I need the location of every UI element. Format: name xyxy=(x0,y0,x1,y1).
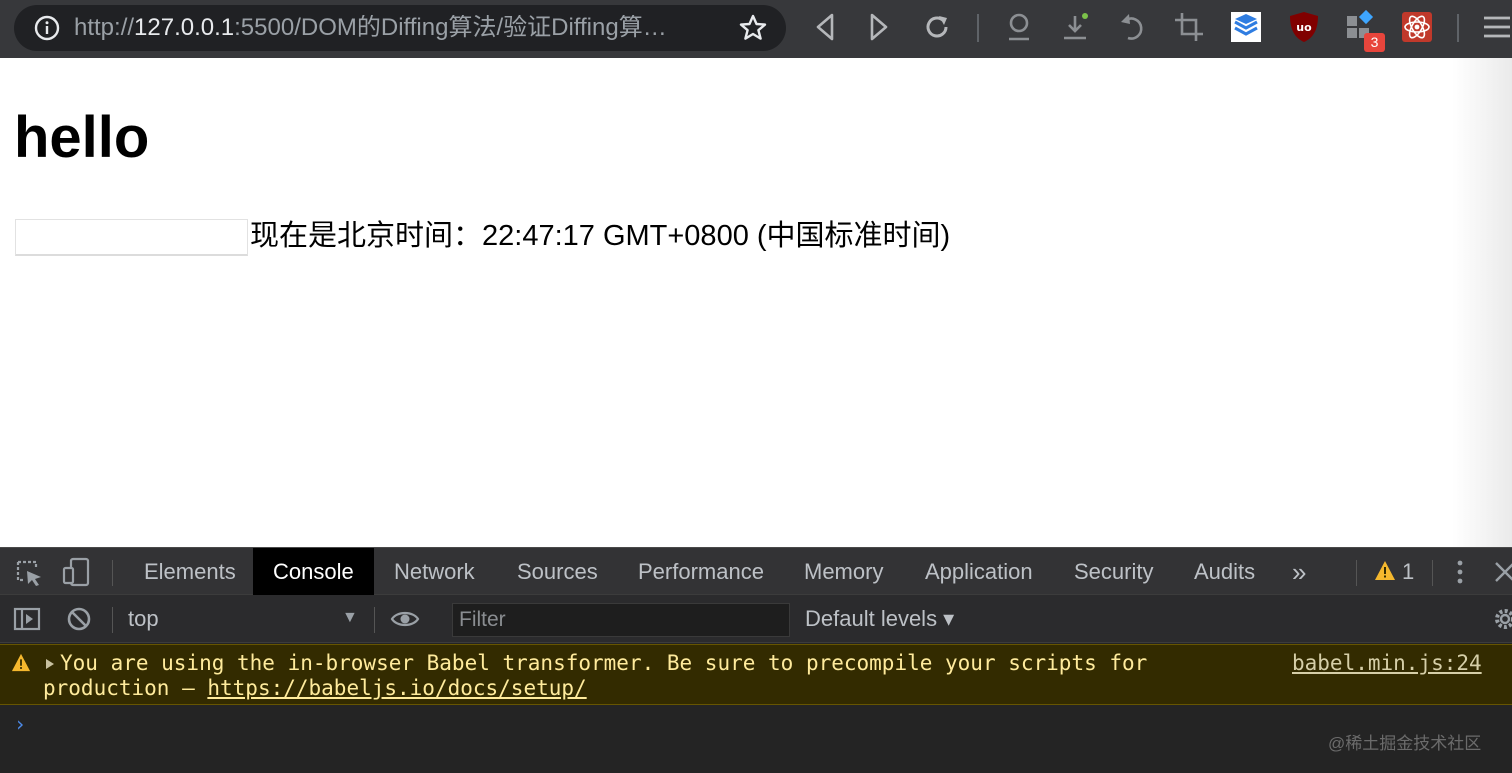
back-arrow-icon[interactable] xyxy=(808,10,842,44)
tab-elements[interactable]: Elements xyxy=(124,548,256,596)
undo-icon[interactable] xyxy=(1116,10,1150,44)
gear-icon[interactable] xyxy=(1490,604,1512,634)
toolbar-divider xyxy=(977,14,979,42)
tab-divider xyxy=(1432,560,1433,586)
extension-count-badge: 3 xyxy=(1364,33,1385,52)
crop-icon[interactable] xyxy=(1172,10,1206,44)
toolbar-divider xyxy=(374,607,375,633)
beijing-time-text: 现在是北京时间：22:47:17 GMT+0800 (中国标准时间) xyxy=(250,220,951,252)
tab-sources[interactable]: Sources xyxy=(497,548,618,596)
devtools-tab-bar: Elements Console Network Sources Perform… xyxy=(0,547,1512,596)
layers-extension-icon[interactable] xyxy=(1229,10,1263,44)
warning-triangle-icon[interactable] xyxy=(1374,560,1396,582)
warning-text: You are using the in-browser Babel trans… xyxy=(43,651,1203,701)
chevron-down-icon[interactable]: ▼ xyxy=(342,609,358,627)
source-link[interactable]: babel.min.js:24 xyxy=(1292,651,1482,676)
toolbar-divider xyxy=(1457,14,1459,42)
download-icon[interactable] xyxy=(1058,10,1092,44)
sidebar-toggle-icon[interactable] xyxy=(12,604,42,634)
toolbar-divider xyxy=(112,607,113,633)
console-prompt-icon[interactable]: › xyxy=(14,712,26,736)
tab-performance[interactable]: Performance xyxy=(618,548,784,596)
url-text[interactable]: http://127.0.0.1:5500/DOM的Diffing算法/验证Di… xyxy=(74,15,724,41)
url-path: :5500/DOM的Diffing算法/验证Diffing算… xyxy=(234,15,667,41)
react-devtools-icon[interactable] xyxy=(1400,10,1434,44)
tab-divider xyxy=(1356,560,1357,586)
device-toggle-icon[interactable] xyxy=(62,557,92,587)
tab-audits[interactable]: Audits xyxy=(1174,548,1275,596)
warning-count[interactable]: 1 xyxy=(1402,558,1414,586)
tab-network[interactable]: Network xyxy=(374,548,495,596)
clear-console-icon[interactable] xyxy=(64,604,94,634)
info-icon[interactable] xyxy=(34,15,60,41)
tab-divider xyxy=(112,560,113,586)
console-warning-message[interactable]: You are using the in-browser Babel trans… xyxy=(0,644,1512,705)
inspect-element-icon[interactable] xyxy=(14,558,44,588)
svg-text:uo: uo xyxy=(1296,21,1312,34)
tab-console[interactable]: Console xyxy=(253,548,374,596)
profile-icon[interactable] xyxy=(1002,10,1036,44)
kebab-menu-icon[interactable] xyxy=(1445,557,1475,587)
page-heading: hello xyxy=(14,105,150,170)
tab-memory[interactable]: Memory xyxy=(784,548,903,596)
more-tabs-chevron-icon[interactable]: » xyxy=(1272,548,1326,596)
log-levels-dropdown[interactable]: Default levels ▾ xyxy=(805,606,954,632)
text-input[interactable] xyxy=(15,219,248,256)
eye-icon[interactable] xyxy=(390,604,420,634)
close-icon[interactable] xyxy=(1490,557,1512,587)
babel-docs-link[interactable]: https://babeljs.io/docs/setup/ xyxy=(207,676,586,700)
filter-input[interactable] xyxy=(452,603,790,637)
tab-security[interactable]: Security xyxy=(1054,548,1173,596)
forward-arrow-icon[interactable] xyxy=(862,10,896,44)
warning-triangle-icon xyxy=(11,653,31,672)
console-toolbar: top ▼ Default levels ▾ xyxy=(0,595,1512,643)
context-selector[interactable]: top xyxy=(128,606,159,632)
devtools-panel: Elements Console Network Sources Perform… xyxy=(0,547,1512,773)
page-viewport: hello 现在是北京时间：22:47:17 GMT+0800 (中国标准时间) xyxy=(0,58,1512,548)
bookmark-star-icon[interactable] xyxy=(738,13,768,43)
scrollbar-track[interactable] xyxy=(1452,58,1512,548)
watermark: @稀土掘金技术社区 xyxy=(1328,734,1482,753)
menu-hamburger-icon[interactable] xyxy=(1480,10,1512,44)
url-host: 127.0.0.1 xyxy=(134,15,235,41)
tab-application[interactable]: Application xyxy=(905,548,1053,596)
browser-toolbar: http://127.0.0.1:5500/DOM的Diffing算法/验证Di… xyxy=(0,0,1512,58)
url-scheme: http:// xyxy=(74,15,135,41)
address-bar[interactable]: http://127.0.0.1:5500/DOM的Diffing算法/验证Di… xyxy=(14,5,786,51)
reload-icon[interactable] xyxy=(920,10,954,44)
ublock-icon[interactable]: uo xyxy=(1287,10,1321,44)
